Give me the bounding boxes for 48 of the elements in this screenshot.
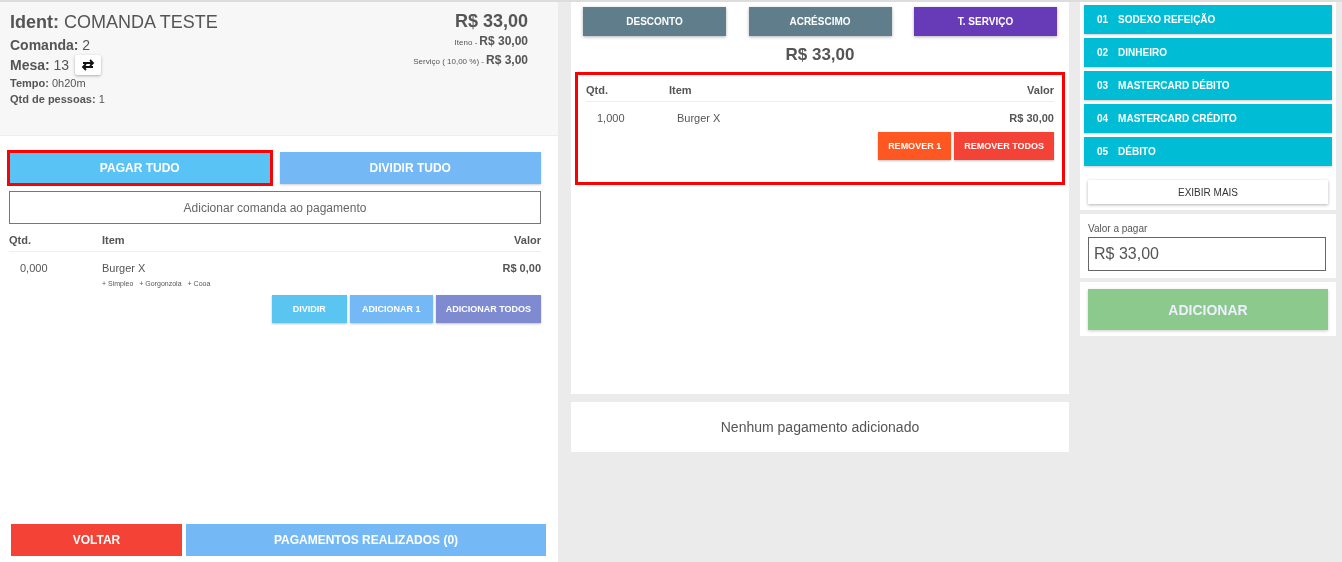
column-header: Item bbox=[669, 84, 693, 96]
show-more-button[interactable]: EXIBIR MAIS bbox=[1088, 180, 1328, 204]
amount-label: Valor a pagar bbox=[1088, 223, 1149, 234]
tempo-text: Tempo: 0h20m bbox=[10, 76, 87, 91]
adjust-button[interactable]: DESCONTO bbox=[583, 7, 726, 36]
add-button[interactable]: ADICIONAR bbox=[1088, 289, 1328, 330]
ident-text: Ident: COMANDA TESTE bbox=[10, 11, 219, 34]
footer-button[interactable]: VOLTAR bbox=[11, 524, 182, 556]
row-action-button[interactable]: ADICIONAR 1 bbox=[349, 295, 433, 323]
column-header: Item bbox=[102, 234, 126, 246]
column-header: Valor bbox=[514, 234, 541, 246]
quantity-cell-text: 0,000 bbox=[19, 262, 49, 274]
payment-method-button[interactable]: 03 MASTERCARD DÉBITO bbox=[1084, 71, 1332, 100]
empty-message: Nenhum pagamento adicionado bbox=[720, 419, 920, 435]
adjust-button[interactable]: T. SERVIÇO bbox=[914, 7, 1057, 36]
swap-button[interactable] bbox=[75, 55, 102, 75]
amount-field[interactable]: R$ 33,00 bbox=[1088, 237, 1326, 271]
row-action-button[interactable]: DIVIDIR bbox=[271, 295, 347, 323]
column-header: Qtd. bbox=[586, 84, 609, 96]
people-count-text: Qtd de pessoas: 1 bbox=[10, 92, 106, 107]
row-action-button[interactable]: REMOVER 1 bbox=[878, 132, 952, 160]
swap-arrows-icon bbox=[80, 59, 97, 71]
items-amount: R$ 30,00 bbox=[479, 34, 528, 48]
item-name: Burger X bbox=[102, 262, 147, 274]
mesa-text: Mesa: 13 bbox=[10, 56, 70, 75]
row-action-button[interactable]: ADICIONAR TODOS bbox=[435, 295, 541, 323]
total-amount: R$ 33,00 bbox=[453, 10, 528, 32]
footer-button[interactable]: PAGAMENTOS REALIZADOS (0) bbox=[186, 524, 546, 556]
payment-method-button[interactable]: 05 DÉBITO bbox=[1084, 137, 1332, 166]
service-amount: R$ 3,00 bbox=[485, 53, 528, 67]
action-button[interactable]: PAGAR TUDO bbox=[9, 152, 271, 184]
payment-method-button[interactable]: 01 SODEXO REFEIÇÃO bbox=[1084, 5, 1332, 34]
column-header: Valor bbox=[1027, 84, 1054, 96]
payment-method-button[interactable]: 04 MASTERCARD CRÉDITO bbox=[1084, 104, 1332, 133]
quantity-cell-text: 1,000 bbox=[596, 112, 626, 124]
value-cell: R$ 0,00 bbox=[502, 262, 541, 274]
row-action-button[interactable]: REMOVER TODOS bbox=[954, 132, 1054, 160]
item-name: Burger X bbox=[677, 112, 722, 124]
action-button[interactable]: DIVIDIR TUDO bbox=[279, 152, 541, 184]
payment-method-button[interactable]: 02 DINHEIRO bbox=[1084, 38, 1332, 67]
items-label: Iteno - bbox=[454, 38, 478, 47]
service-label: Serviço ( 10,00 %) - bbox=[413, 57, 484, 66]
payment-total: R$ 33,00 bbox=[784, 45, 856, 65]
add-comanda-button[interactable]: Adicionar comanda ao pagamento bbox=[9, 191, 541, 224]
adjust-button[interactable]: ACRÉSCIMO bbox=[748, 7, 892, 36]
value-cell: R$ 30,00 bbox=[1009, 112, 1054, 124]
column-header: Qtd. bbox=[9, 234, 32, 246]
comanda-text: Comanda: 2 bbox=[10, 36, 92, 55]
